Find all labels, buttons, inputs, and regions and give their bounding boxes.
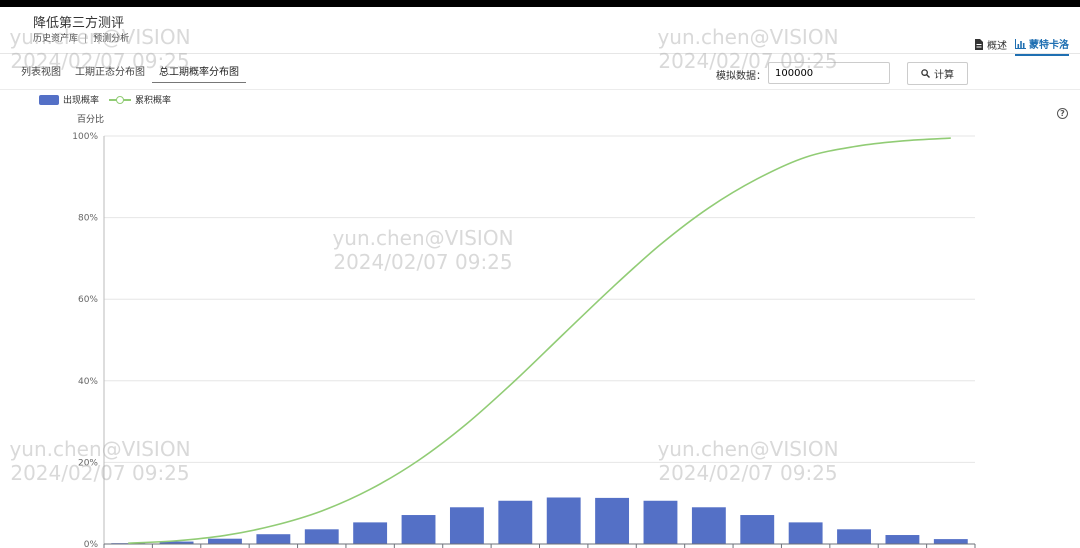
tab-total-duration-probability[interactable]: 总工期概率分布图 [152, 61, 246, 83]
y-tick-label: 20% [78, 458, 98, 468]
occurrence-bar [788, 522, 823, 544]
legend-occurrence-label: 出现概率 [63, 96, 100, 106]
breadcrumb-item-forecast[interactable]: 预测分析 [93, 34, 129, 44]
occurrence-bar [449, 507, 484, 544]
occurrence-bar [498, 500, 533, 544]
tab-monte-carlo-label: 蒙特卡洛 [1029, 40, 1069, 51]
simulation-count-label: 模拟数据： [716, 71, 766, 82]
legend-item-occurrence[interactable]: 出现概率 [39, 93, 99, 106]
tab-overview-label: 概述 [987, 41, 1007, 52]
view-tab-bar: 列表视图 工期正态分布图 总工期概率分布图 [14, 61, 246, 83]
occurrence-bar [837, 529, 871, 544]
legend-bar-swatch [39, 94, 59, 105]
occurrence-bar [304, 529, 339, 544]
probability-chart: 0% 20% 40% 60% 80% 100% 百分比 [72, 113, 976, 548]
legend-line-swatch [109, 95, 132, 105]
legend-item-cumulative[interactable]: 累积概率 [109, 93, 171, 106]
occurrence-bar [401, 515, 436, 544]
legend-cumulative-label: 累积概率 [135, 96, 172, 106]
cumulative-line [128, 137, 951, 544]
toolbar-divider [0, 89, 1080, 90]
occurrence-bar [256, 534, 291, 544]
y-tick-label: 100% [72, 132, 98, 142]
bar-chart-icon [1015, 38, 1026, 49]
y-axis-title: 百分比 [77, 113, 104, 125]
document-icon [975, 39, 983, 50]
occurrence-bar [740, 515, 775, 544]
y-tick-label: 0% [84, 540, 99, 548]
occurrence-bar [546, 497, 581, 544]
tab-duration-normal-distribution[interactable]: 工期正态分布图 [68, 61, 152, 83]
occurrence-bar [691, 507, 726, 544]
occurrence-bar [208, 538, 242, 544]
calculate-button[interactable]: 计算 [907, 62, 968, 85]
occurrence-bar [595, 497, 630, 544]
chart-legend: 出现概率 累积概率 [39, 93, 181, 106]
occurrence-bar [353, 522, 388, 544]
breadcrumb-separator: | [84, 34, 88, 44]
y-tick-label: 80% [78, 214, 98, 224]
occurrence-bar [885, 535, 920, 544]
y-tick-label: 40% [78, 377, 98, 387]
calculate-button-label: 计算 [934, 70, 954, 81]
page-title: 降低第三方测评 [33, 16, 125, 31]
breadcrumb-item-history[interactable]: 历史资产库 [33, 34, 78, 44]
header-divider [0, 53, 1080, 54]
occurrence-bar [933, 539, 968, 544]
breadcrumb: 历史资产库 | 预测分析 [33, 31, 129, 44]
search-icon [921, 69, 930, 78]
occurrence-bar [643, 500, 678, 544]
y-tick-label: 60% [78, 295, 98, 305]
window-top-bar [0, 0, 1080, 7]
tab-list-view[interactable]: 列表视图 [14, 61, 68, 83]
simulation-count-input[interactable] [768, 62, 890, 84]
